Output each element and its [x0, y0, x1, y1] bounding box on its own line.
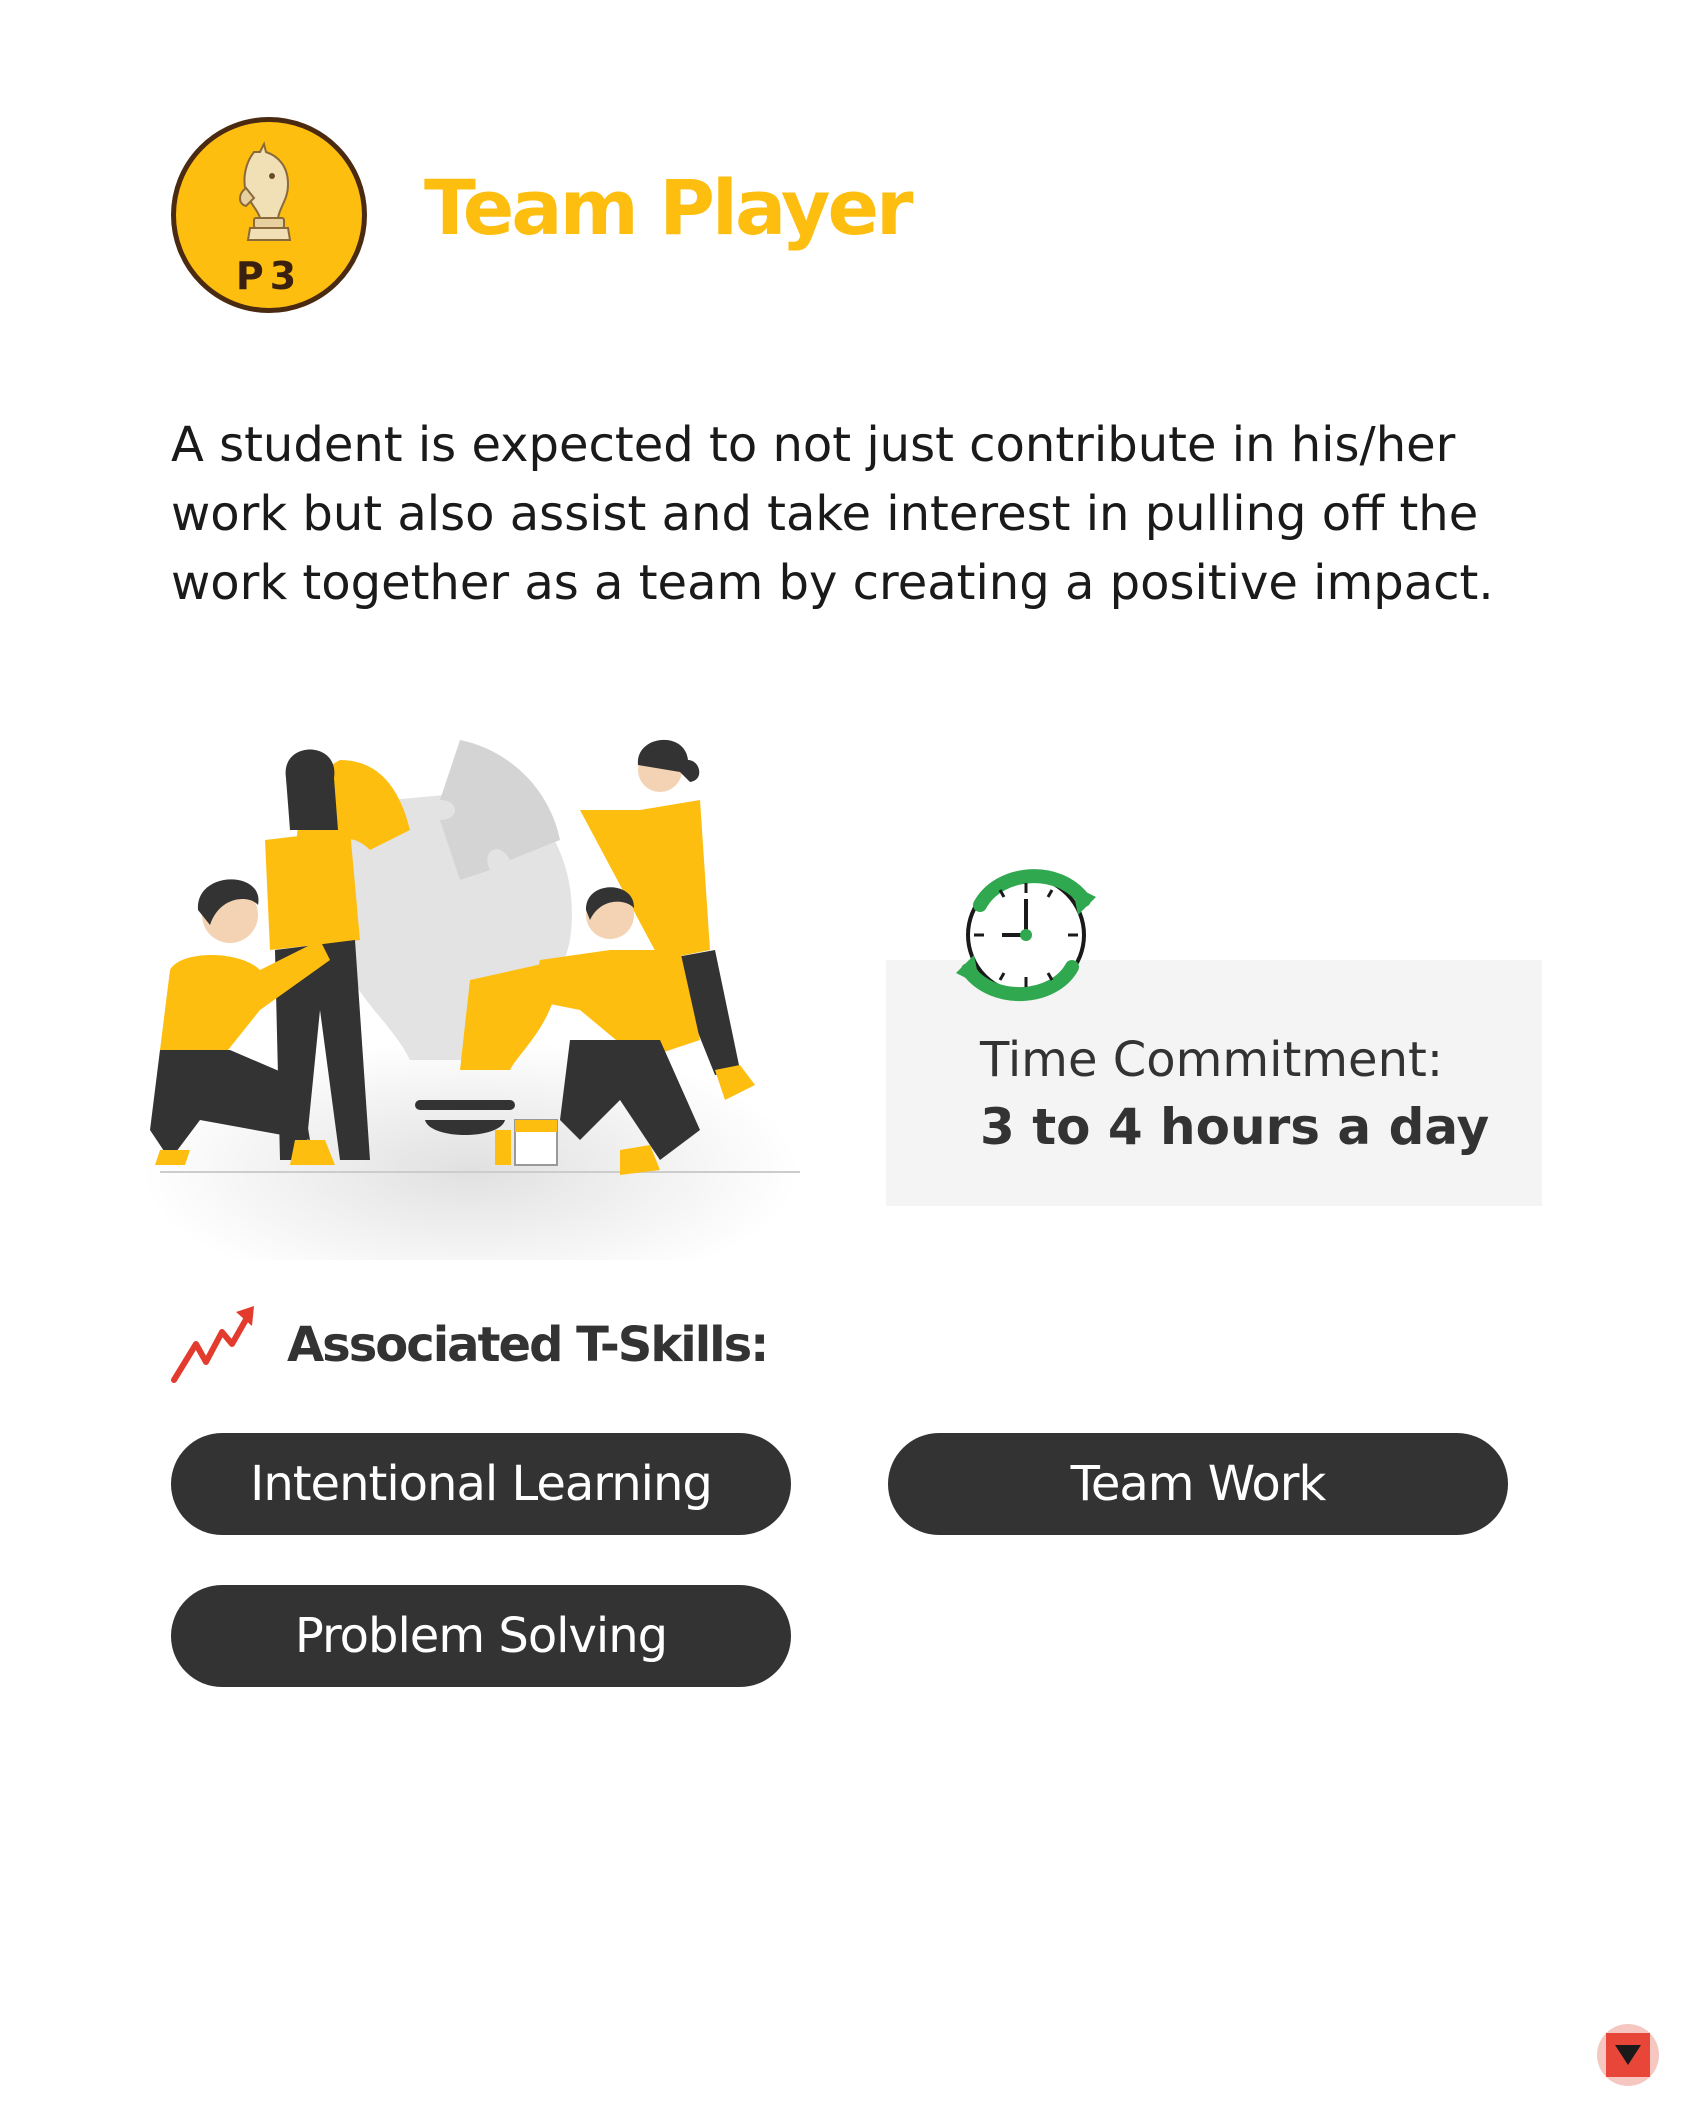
clock-refresh-icon — [956, 869, 1096, 1001]
page-title: Team Player — [424, 163, 913, 252]
skills-heading: Associated T-Skills: — [287, 1317, 769, 1373]
scroll-down-button[interactable] — [1597, 2024, 1659, 2086]
team-puzzle-illustration — [140, 739, 800, 1260]
badge-code: P3 — [235, 254, 303, 298]
skill-chip-team-work[interactable]: Team Work — [888, 1433, 1508, 1535]
skill-chip-intentional-learning[interactable]: Intentional Learning — [171, 1433, 791, 1535]
role-description: A student is expected to not just contri… — [171, 417, 1494, 611]
level-badge: P3 — [171, 117, 367, 313]
time-commitment-label: Time Commitment: — [980, 1032, 1443, 1088]
skill-chip-problem-solving[interactable]: Problem Solving — [171, 1585, 791, 1687]
triangle-down-icon — [1615, 2045, 1641, 2065]
time-commitment-value: 3 to 4 hours a day — [980, 1098, 1490, 1156]
trend-up-icon — [171, 1306, 254, 1383]
